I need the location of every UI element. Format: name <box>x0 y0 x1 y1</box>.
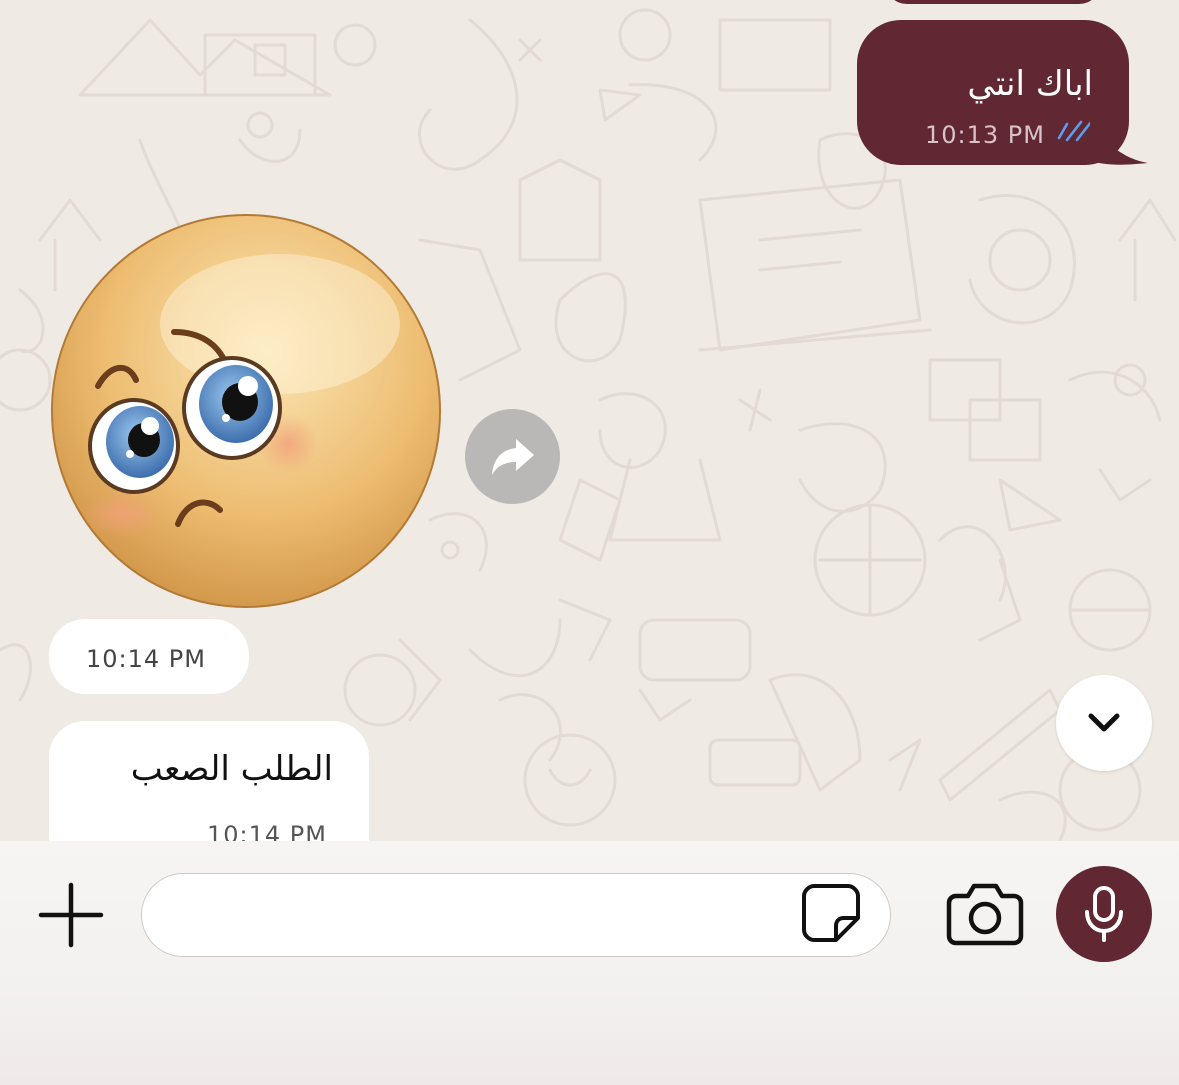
pleading-face-sticker[interactable] <box>50 214 442 608</box>
sticker-icon[interactable] <box>800 882 862 944</box>
incoming-message-text: الطلب الصعب <box>130 749 333 789</box>
camera-icon[interactable] <box>946 882 1024 946</box>
message-input-field[interactable] <box>141 873 891 957</box>
forward-arrow-icon <box>491 438 534 475</box>
forward-button[interactable] <box>465 409 560 504</box>
outgoing-message-text: اباك انتي <box>967 64 1093 104</box>
incoming-message-bubble[interactable]: الطلب الصعب 10:14 PM <box>49 721 369 845</box>
outgoing-message-time: 10:13 PM <box>925 121 1045 149</box>
microphone-icon <box>1085 886 1123 942</box>
chevron-down-icon <box>1088 713 1120 732</box>
outgoing-bubble-tail <box>1090 110 1148 165</box>
chat-area[interactable]: اباك انتي 10:13 PM 10:14 PM الطلب الصعب … <box>0 0 1179 845</box>
double-check-read-icon <box>1057 120 1093 142</box>
microphone-button[interactable] <box>1056 866 1152 962</box>
message-input[interactable] <box>166 890 790 942</box>
scroll-to-bottom-button[interactable] <box>1056 675 1152 771</box>
sticker-time-pill: 10:14 PM <box>49 619 249 694</box>
outgoing-message-bubble[interactable]: اباك انتي 10:13 PM <box>857 20 1129 165</box>
plus-icon[interactable] <box>38 882 104 948</box>
previous-message-bubble[interactable] <box>885 0 1101 4</box>
sticker-time: 10:14 PM <box>86 645 206 673</box>
